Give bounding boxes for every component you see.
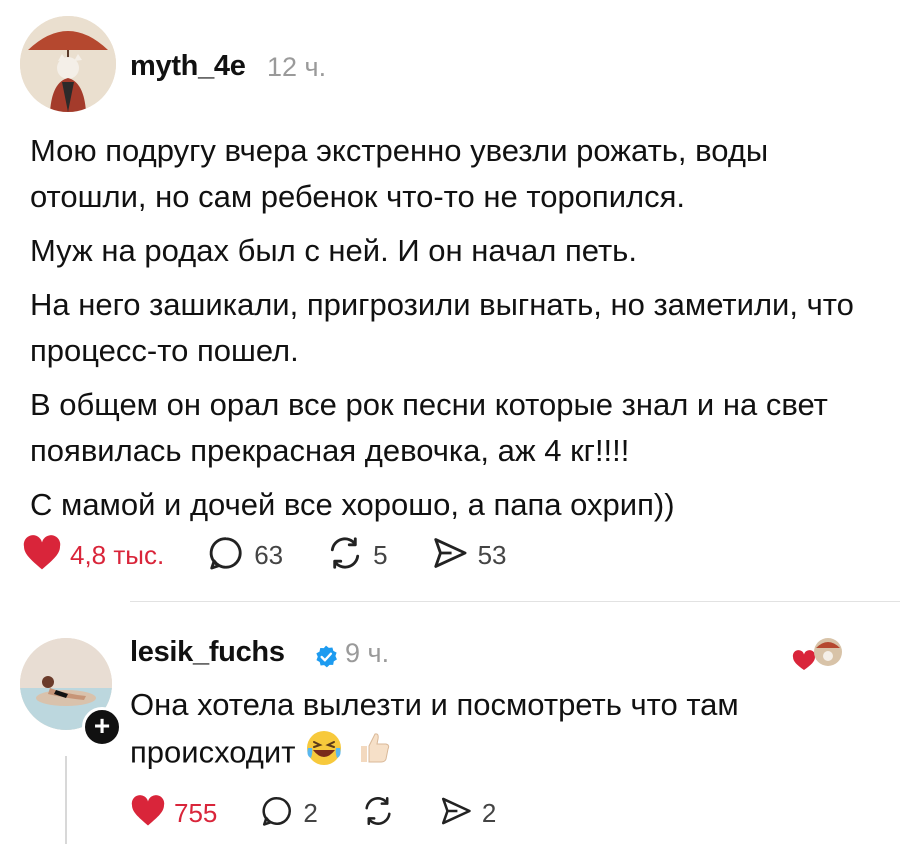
reply-text: Она хотела вылезти и посмотреть что там … bbox=[130, 687, 739, 770]
post-paragraph: Мою подругу вчера экстренно увезли рожат… bbox=[30, 133, 769, 214]
comment-button[interactable]: 2 bbox=[259, 794, 318, 833]
post-paragraph: Муж на родах был с ней. И он начал петь. bbox=[30, 233, 637, 268]
repost-icon bbox=[325, 534, 365, 577]
reply-body: Она хотела вылезти и посмотреть что там … bbox=[130, 682, 830, 781]
like-count: 755 bbox=[174, 798, 218, 828]
verified-icon bbox=[313, 644, 339, 675]
heart-icon bbox=[22, 535, 62, 576]
comment-count: 63 bbox=[254, 540, 284, 570]
reply-username[interactable]: lesik_fuchs bbox=[130, 636, 285, 669]
repost-button[interactable] bbox=[360, 794, 396, 833]
divider bbox=[130, 601, 900, 602]
share-icon bbox=[430, 534, 470, 577]
share-count: 2 bbox=[481, 798, 497, 828]
follow-button[interactable]: + bbox=[82, 707, 122, 747]
comment-icon bbox=[206, 534, 246, 577]
like-button[interactable]: 4,8 тыс. bbox=[22, 535, 164, 576]
share-icon bbox=[438, 794, 474, 833]
share-button[interactable]: 53 bbox=[430, 534, 507, 577]
share-count: 53 bbox=[477, 540, 507, 570]
post-username[interactable]: myth_4e bbox=[130, 50, 246, 83]
reply-actions: 755 2 2 bbox=[130, 794, 538, 833]
heart-icon bbox=[792, 650, 816, 670]
post-body: Мою подругу вчера экстренно увезли рожат… bbox=[30, 128, 890, 536]
comment-button[interactable]: 63 bbox=[206, 534, 283, 577]
post-time: 12 ч. bbox=[267, 52, 327, 82]
laughing-emoji-icon bbox=[304, 728, 344, 781]
thread-line bbox=[65, 756, 67, 844]
repost-icon bbox=[360, 794, 396, 833]
repost-button[interactable]: 5 bbox=[325, 534, 388, 577]
post-paragraph: С мамой и дочей все хорошо, а папа охрип… bbox=[30, 487, 675, 522]
heart-icon bbox=[130, 795, 166, 832]
like-button[interactable]: 755 bbox=[130, 795, 217, 832]
thumbs-up-emoji-icon bbox=[353, 728, 393, 781]
post-actions: 4,8 тыс. 63 5 53 bbox=[22, 534, 549, 577]
post-paragraph: На него зашикали, пригрозили выгнать, но… bbox=[30, 287, 854, 368]
comment-icon bbox=[259, 794, 295, 833]
author-liked-indicator bbox=[792, 636, 846, 681]
post-paragraph: В общем он орал все рок песни которые зн… bbox=[30, 387, 828, 468]
like-count: 4,8 тыс. bbox=[70, 540, 165, 570]
share-button[interactable]: 2 bbox=[438, 794, 496, 833]
reply-time: 9 ч. bbox=[345, 638, 390, 668]
comment-count: 2 bbox=[303, 798, 318, 828]
repost-count: 5 bbox=[373, 540, 388, 570]
avatar[interactable] bbox=[20, 16, 116, 112]
